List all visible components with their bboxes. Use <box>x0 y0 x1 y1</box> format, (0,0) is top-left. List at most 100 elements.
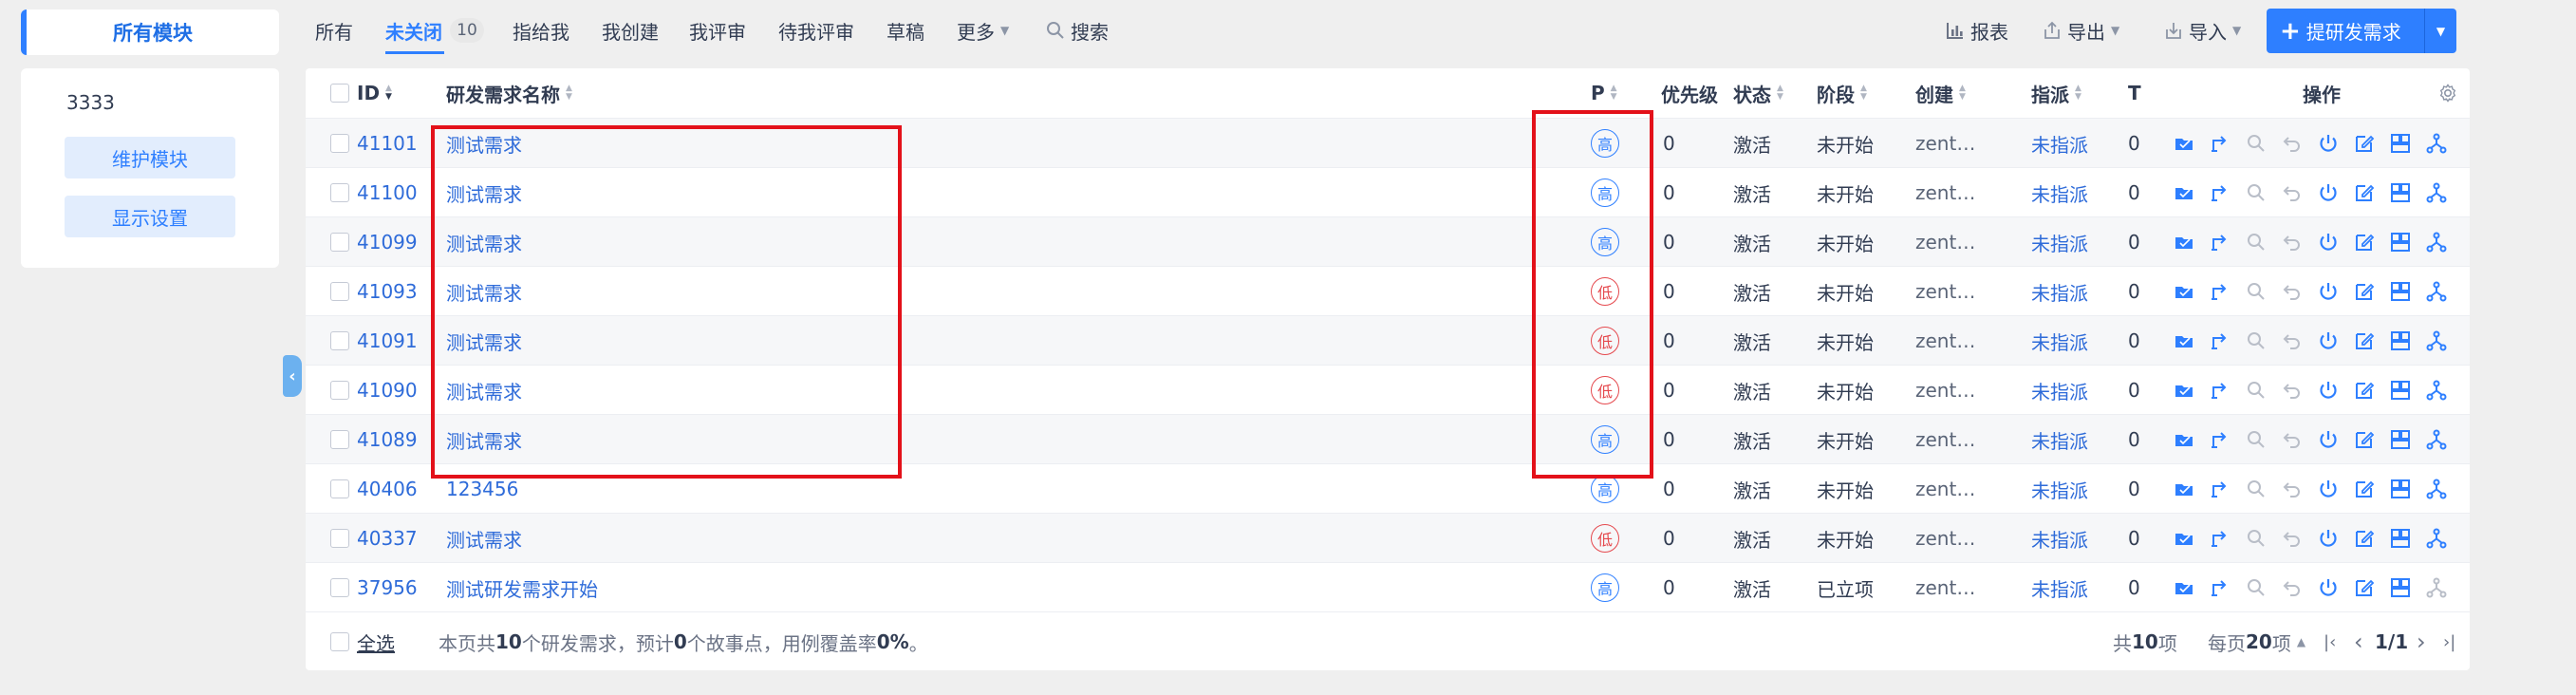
search-icon[interactable] <box>2242 425 2270 454</box>
undo-icon[interactable] <box>2278 376 2306 404</box>
header-assignee[interactable]: 指派 ▲ ▼ <box>2031 68 2081 118</box>
power-icon[interactable] <box>2314 228 2343 256</box>
power-icon[interactable] <box>2314 327 2343 355</box>
search-icon[interactable] <box>2242 277 2270 306</box>
row-checkbox[interactable] <box>330 514 349 563</box>
row-checkbox[interactable] <box>330 316 349 366</box>
collapse-sidebar-handle[interactable]: ‹ <box>283 355 302 397</box>
create-requirement-button[interactable]: + 提研发需求 ▼ <box>2267 9 2456 53</box>
tab-drafts[interactable]: 草稿 <box>887 0 924 61</box>
row-id[interactable]: 41093 <box>357 267 418 316</box>
row-assignee[interactable]: 未指派 <box>2031 168 2088 217</box>
row-name[interactable]: 测试需求 <box>446 415 522 464</box>
split-icon[interactable] <box>2386 425 2415 454</box>
row-checkbox[interactable] <box>330 464 349 514</box>
header-creator[interactable]: 创建 ▲ ▼ <box>1915 68 1966 118</box>
table-row[interactable]: 41099 测试需求 高 0 激活 未开始 zent… 未指派 0 <box>306 216 2470 266</box>
edit-icon[interactable] <box>2350 475 2379 503</box>
row-name[interactable]: 测试需求 <box>446 514 522 563</box>
more-dropdown[interactable]: 更多 ▼ <box>957 0 1009 61</box>
split-icon[interactable] <box>2386 228 2415 256</box>
route-icon[interactable] <box>2206 277 2234 306</box>
row-assignee[interactable]: 未指派 <box>2031 267 2088 316</box>
search-icon[interactable] <box>2242 524 2270 553</box>
row-checkbox[interactable] <box>330 217 349 267</box>
undo-icon[interactable] <box>2278 425 2306 454</box>
row-id[interactable]: 41099 <box>357 217 418 267</box>
tree-icon[interactable] <box>2422 228 2451 256</box>
row-name[interactable]: 测试需求 <box>446 366 522 415</box>
row-name[interactable]: 测试需求 <box>446 217 522 267</box>
split-icon[interactable] <box>2386 327 2415 355</box>
search-icon[interactable] <box>2242 178 2270 207</box>
row-checkbox[interactable] <box>330 119 349 168</box>
row-id[interactable]: 40406 <box>357 464 418 514</box>
select-all-header-checkbox[interactable] <box>330 68 349 118</box>
table-row[interactable]: 41090 测试需求 低 0 激活 未开始 zent… 未指派 0 <box>306 365 2470 414</box>
route-icon[interactable] <box>2206 178 2234 207</box>
search-icon[interactable] <box>2242 129 2270 158</box>
route-icon[interactable] <box>2206 129 2234 158</box>
route-icon[interactable] <box>2206 327 2234 355</box>
split-icon[interactable] <box>2386 178 2415 207</box>
tree-icon[interactable] <box>2422 573 2451 602</box>
tab-reviewed-by-me[interactable]: 我评审 <box>689 0 746 61</box>
folder-icon[interactable] <box>2170 277 2198 306</box>
header-name[interactable]: 研发需求名称 ▲ ▼ <box>446 68 572 118</box>
row-name[interactable]: 测试需求 <box>446 119 522 168</box>
split-icon[interactable] <box>2386 475 2415 503</box>
last-page-button[interactable]: ›| <box>2443 612 2455 671</box>
edit-icon[interactable] <box>2350 228 2379 256</box>
header-p[interactable]: P ▲ ▼ <box>1591 68 1617 118</box>
display-settings-button[interactable]: 显示设置 <box>65 196 235 237</box>
table-row[interactable]: 40337 测试需求 低 0 激活 未开始 zent… 未指派 0 <box>306 513 2470 562</box>
table-row[interactable]: 41091 测试需求 低 0 激活 未开始 zent… 未指派 0 <box>306 315 2470 365</box>
split-icon[interactable] <box>2386 277 2415 306</box>
row-name[interactable]: 测试需求 <box>446 267 522 316</box>
undo-icon[interactable] <box>2278 228 2306 256</box>
column-settings-button[interactable] <box>2437 68 2458 118</box>
next-page-button[interactable]: › <box>2417 612 2426 671</box>
route-icon[interactable] <box>2206 376 2234 404</box>
header-t[interactable]: T <box>2128 68 2141 118</box>
maintain-modules-button[interactable]: 维护模块 <box>65 137 235 178</box>
edit-icon[interactable] <box>2350 376 2379 404</box>
route-icon[interactable] <box>2206 475 2234 503</box>
row-name[interactable]: 测试需求 <box>446 316 522 366</box>
folder-icon[interactable] <box>2170 573 2198 602</box>
edit-icon[interactable] <box>2350 277 2379 306</box>
tree-icon[interactable] <box>2422 376 2451 404</box>
folder-icon[interactable] <box>2170 129 2198 158</box>
row-checkbox[interactable] <box>330 563 349 612</box>
footer-select-all-checkbox[interactable] <box>330 612 349 671</box>
first-page-button[interactable]: |‹ <box>2324 612 2336 671</box>
power-icon[interactable] <box>2314 475 2343 503</box>
undo-icon[interactable] <box>2278 178 2306 207</box>
row-checkbox[interactable] <box>330 168 349 217</box>
header-id[interactable]: ID ▲ ▼ <box>357 68 392 118</box>
row-assignee[interactable]: 未指派 <box>2031 514 2088 563</box>
undo-icon[interactable] <box>2278 277 2306 306</box>
row-id[interactable]: 41089 <box>357 415 418 464</box>
power-icon[interactable] <box>2314 573 2343 602</box>
header-status[interactable]: 状态 ▲ ▼ <box>1733 68 1783 118</box>
table-row[interactable]: 41100 测试需求 高 0 激活 未开始 zent… 未指派 0 <box>306 167 2470 216</box>
route-icon[interactable] <box>2206 425 2234 454</box>
module-item[interactable]: 3333 <box>66 91 115 114</box>
tree-icon[interactable] <box>2422 129 2451 158</box>
import-dropdown[interactable]: 导入 ▼ <box>2164 0 2241 61</box>
row-id[interactable]: 41100 <box>357 168 418 217</box>
row-checkbox[interactable] <box>330 415 349 464</box>
search-icon[interactable] <box>2242 475 2270 503</box>
tree-icon[interactable] <box>2422 425 2451 454</box>
search-button[interactable]: 搜索 <box>1046 0 1109 61</box>
row-name[interactable]: 测试研发需求开始 <box>446 563 598 612</box>
table-row[interactable]: 37956 测试研发需求开始 高 0 激活 已立项 zent… 未指派 0 <box>306 562 2470 611</box>
search-icon[interactable] <box>2242 376 2270 404</box>
folder-icon[interactable] <box>2170 524 2198 553</box>
row-assignee[interactable]: 未指派 <box>2031 415 2088 464</box>
row-assignee[interactable]: 未指派 <box>2031 563 2088 612</box>
undo-icon[interactable] <box>2278 573 2306 602</box>
row-checkbox[interactable] <box>330 366 349 415</box>
folder-icon[interactable] <box>2170 376 2198 404</box>
